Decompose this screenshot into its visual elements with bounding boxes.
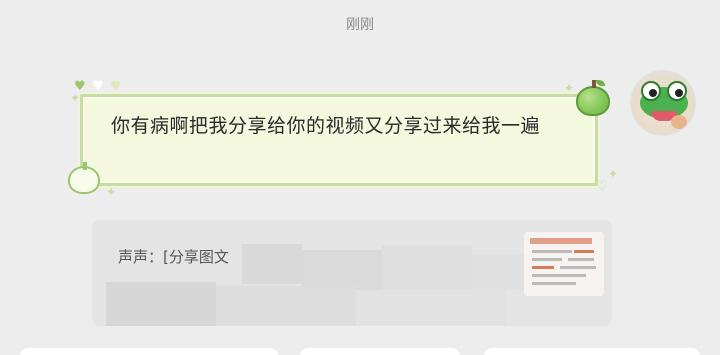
redaction-block <box>216 286 356 326</box>
message-timestamp: 刚刚 <box>346 17 374 33</box>
next-message-bubble[interactable] <box>484 348 700 355</box>
message-text: 你有病啊把我分享给你的视频又分享过来给我一遍 <box>111 115 541 137</box>
redaction-block <box>302 250 382 290</box>
heart-icon: ♥ <box>92 79 104 94</box>
quote-preview: [分享图文 <box>163 248 229 266</box>
frog-avatar-icon[interactable] <box>630 70 696 136</box>
redaction-block <box>242 244 302 284</box>
apple-icon <box>574 80 614 116</box>
sparkle-icon: ✦ <box>608 167 619 181</box>
redaction-block <box>356 290 506 326</box>
next-message-bubble[interactable] <box>300 348 460 355</box>
sparkle-icon: ✦ <box>106 185 117 199</box>
next-message-bubble[interactable] <box>20 348 278 355</box>
message-bubble[interactable]: 你有病啊把我分享给你的视频又分享过来给我一遍 <box>80 94 598 186</box>
quote-sender-name: 声声： <box>118 248 164 266</box>
heart-icon: ♡ <box>596 179 608 194</box>
quote-sender: 声声：[分享图文 <box>118 246 229 267</box>
heart-icon: ♥ <box>110 79 122 94</box>
sparkle-icon: ✦ <box>564 81 575 95</box>
sparkle-icon: ✦ <box>70 91 81 105</box>
message-bubble-wrap[interactable]: 你有病啊把我分享给你的视频又分享过来给我一遍 ♥ ♥ ♥ ✦ ✦ ✦ ♡ ✦ <box>68 78 618 199</box>
apple-icon <box>68 162 104 194</box>
redaction-block <box>106 282 216 326</box>
shared-content-thumbnail[interactable] <box>524 232 604 296</box>
redaction-block <box>472 254 532 290</box>
redaction-block <box>382 246 472 290</box>
quoted-message[interactable]: 声声：[分享图文 <box>92 220 612 326</box>
